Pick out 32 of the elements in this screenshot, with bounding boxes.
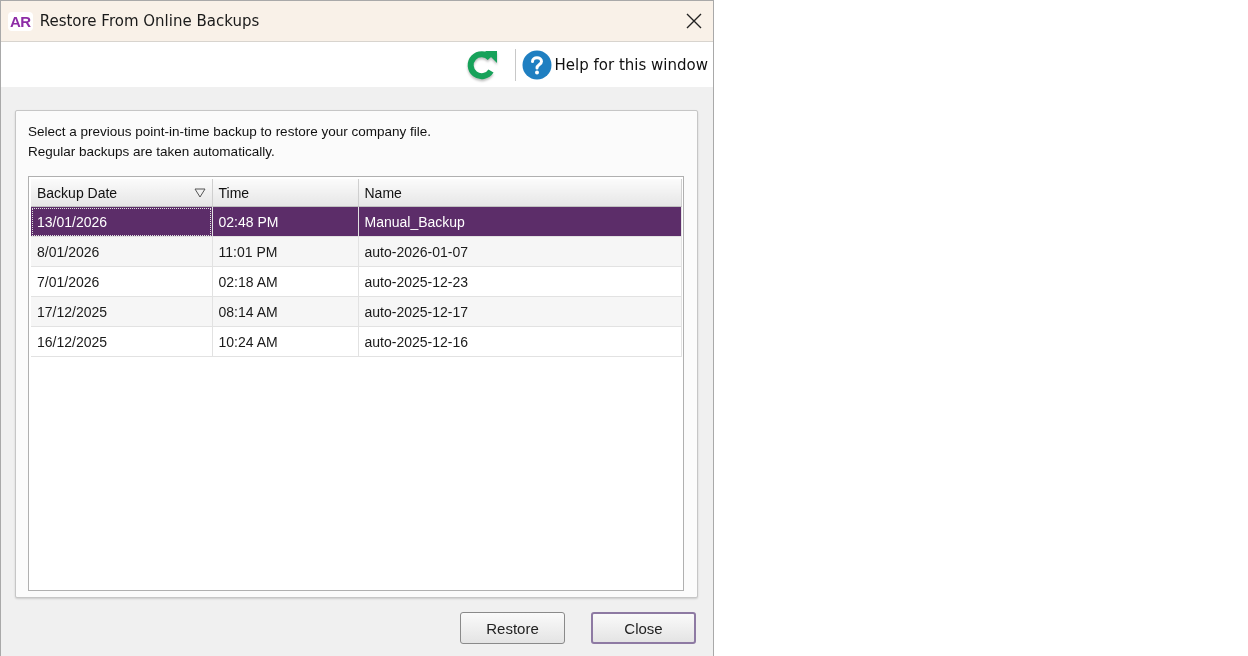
column-header[interactable]: Name (358, 179, 682, 207)
table-cell: auto-2026-01-07 (358, 236, 682, 267)
table-cell: 11:01 PM (212, 236, 358, 267)
instruction-text: Regular backups are taken automatically. (28, 143, 276, 161)
table-row[interactable]: 8/01/2026 11:01 PM auto-2026-01-07 (31, 236, 682, 267)
close-icon (686, 13, 702, 29)
table-row[interactable]: 7/01/2026 02:18 AM auto-2025-12-23 (31, 266, 682, 297)
table-cell: 16/12/2025 (31, 326, 212, 357)
table-cell: auto-2025-12-23 (358, 266, 682, 297)
table-cell: 02:48 PM (212, 206, 358, 237)
table-cell: auto-2025-12-16 (358, 326, 682, 357)
table-row[interactable]: 17/12/2025 08:14 AM auto-2025-12-17 (31, 296, 682, 327)
dialog-button[interactable]: Restore (460, 612, 565, 644)
table-cell: 02:18 AM (212, 266, 358, 297)
table-cell: Manual_Backup (358, 206, 682, 237)
table-cell: 13/01/2026 (31, 206, 212, 237)
table-cell: 08:14 AM (212, 296, 358, 327)
app-logo: AR (8, 11, 33, 31)
dialog-button[interactable]: Close (591, 612, 696, 644)
help-link[interactable]: Help for this window (521, 49, 708, 80)
table-row[interactable]: 16/12/2025 10:24 AM auto-2025-12-16 (31, 326, 682, 357)
table-cell: 7/01/2026 (31, 266, 212, 297)
table-cell: 8/01/2026 (31, 236, 212, 267)
instruction-text: Select a previous point-in-time backup to restore your company file. (28, 123, 432, 141)
table-cell: auto-2025-12-17 (358, 296, 682, 327)
table-row[interactable]: 13/01/2026 02:48 PM Manual_Backup (31, 206, 682, 237)
column-header[interactable]: Backup Date (31, 179, 212, 207)
table-cell: 17/12/2025 (31, 296, 212, 327)
window-title: Restore From Online Backups (39, 12, 260, 30)
column-header[interactable]: Time (212, 179, 358, 207)
table-cell: 10:24 AM (212, 326, 358, 357)
help-icon (521, 49, 552, 80)
